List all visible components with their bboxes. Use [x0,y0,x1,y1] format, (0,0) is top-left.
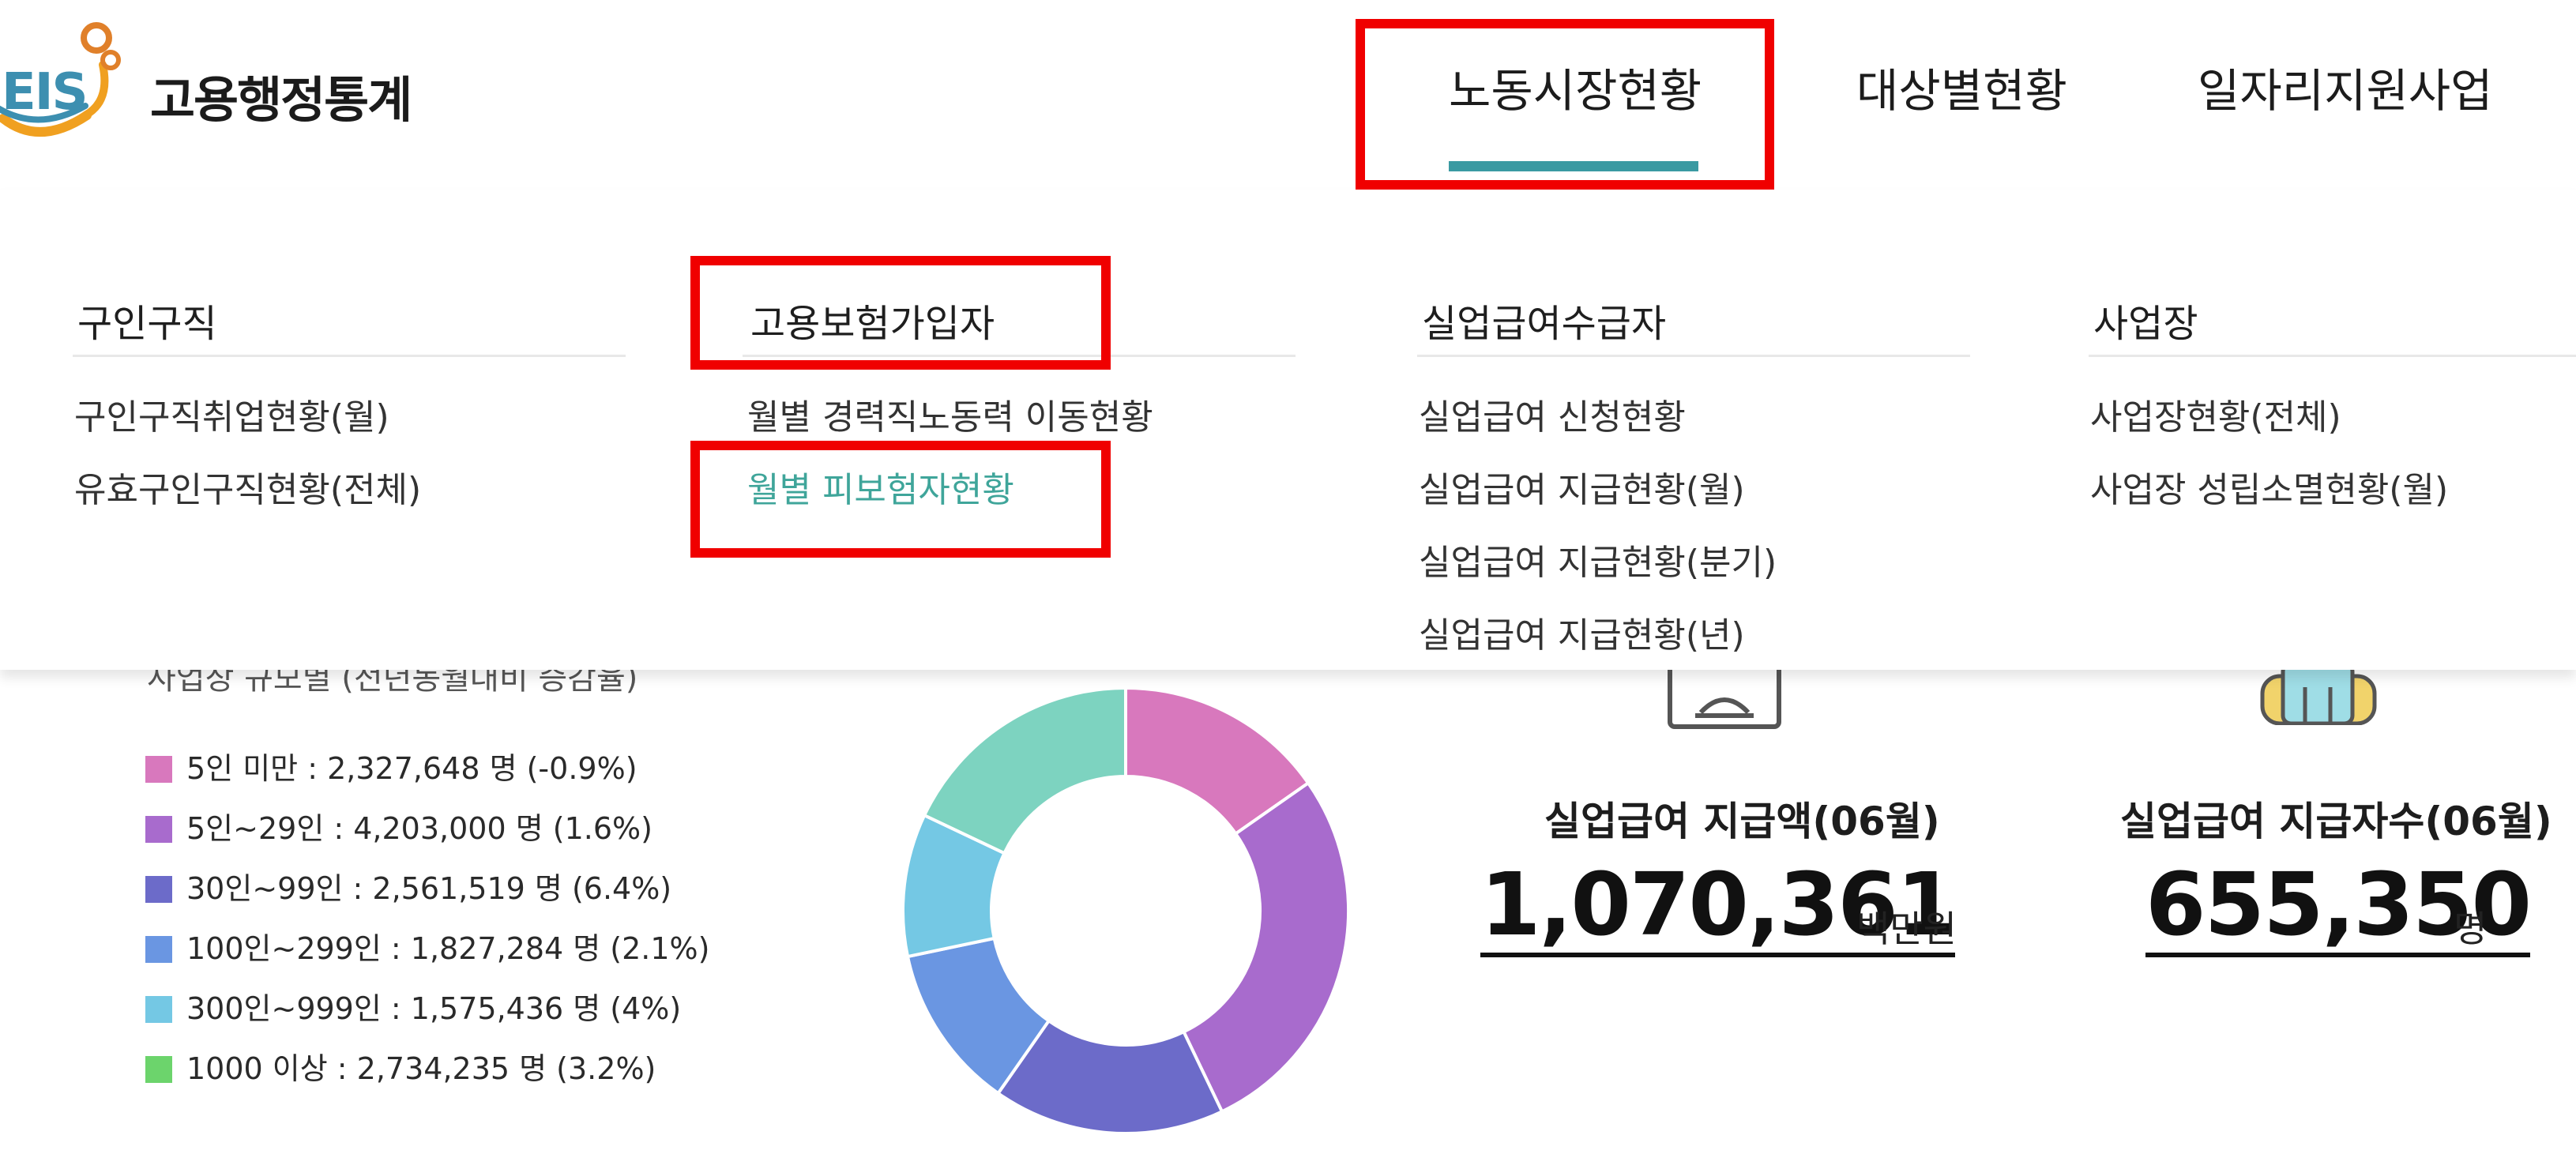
legend-swatch [145,756,172,783]
stat-unit-benefit-amount: 백만원 [1856,908,1957,950]
legend-label: 300인~999인 : 1,575,436 명 (4%) [186,991,682,1026]
legend-swatch [145,936,172,963]
menu-link[interactable]: 구인구직취업현황(월) [74,389,389,439]
menu-link[interactable]: 유효구인구직현황(전체) [74,461,421,512]
legend-swatch [145,996,172,1023]
stat-label-beneficiary-count: 실업급여 지급자수(06월) [2120,799,2552,844]
logo-title: 고용행정통계 [150,71,412,129]
category-divider [73,355,626,357]
category-divider [743,355,1296,357]
menu-category-insured[interactable]: 고용보험가입자 [750,292,995,348]
menu-link-monthly-insured[interactable]: 월별 피보험자현황 [747,461,1014,512]
site-logo[interactable]: EIS 고용행정통계 [0,14,442,141]
legend-swatch [145,876,172,903]
menu-link[interactable]: 실업급여 지급현황(분기) [1419,534,1777,584]
menu-category-workplace[interactable]: 사업장 [2093,292,2198,348]
nav-by-target[interactable]: 대상별현황 [1856,54,2067,120]
legend-label: 100인~299인 : 1,827,284 명 (2.1%) [186,931,710,966]
active-nav-indicator [1449,161,1698,171]
menu-category-unemployment[interactable]: 실업급여수급자 [1422,292,1666,348]
menu-link[interactable]: 실업급여 지급현황(월) [1419,461,1745,512]
donut-slice-1[interactable] [1181,780,1350,1114]
legend-item: 1000 이상 : 2,734,235 명 (3.2%) [145,1044,656,1088]
workplace-size-donut-chart [901,686,1350,1135]
legend-item: 100인~299인 : 1,827,284 명 (2.1%) [145,924,710,968]
menu-link[interactable]: 사업장현황(전체) [2090,389,2341,439]
nav-labor-market[interactable]: 노동시장현황 [1449,54,1702,120]
stat-label-benefit-amount: 실업급여 지급액(06월) [1544,799,1940,844]
stat-unit-beneficiary-count: 명 [2454,908,2488,950]
menu-link[interactable]: 사업장 성립소멸현황(월) [2090,461,2448,512]
menu-link[interactable]: 실업급여 신청현황 [1419,389,1686,439]
donut-slice-5[interactable] [922,686,1127,855]
mega-dropdown-menu: 구인구직 구인구직취업현황(월) 유효구인구직현황(전체) 고용보험가입자 월별… [0,190,2576,670]
menu-link[interactable]: 월별 경력직노동력 이동현황 [747,389,1153,439]
legend-swatch [145,816,172,843]
legend-item: 5인~29인 : 4,203,000 명 (1.6%) [145,804,652,848]
benefit-amount-icon [1668,663,1781,729]
legend-item: 30인~99인 : 2,561,519 명 (6.4%) [145,864,671,908]
menu-category-job-seeking[interactable]: 구인구직 [77,292,217,348]
legend-label: 1000 이상 : 2,734,235 명 (3.2%) [186,1051,656,1086]
category-divider [2089,355,2576,357]
legend-label: 5인~29인 : 4,203,000 명 (1.6%) [186,811,652,846]
legend-label: 5인 미만 : 2,327,648 명 (-0.9%) [186,751,637,786]
nav-job-support[interactable]: 일자리지원사업 [2198,54,2493,120]
beneficiary-count-icon [2260,663,2377,725]
legend-swatch [145,1056,172,1083]
menu-link[interactable]: 실업급여 지급현황(년) [1419,607,1745,657]
category-divider [1417,355,1970,357]
legend-label: 30인~99인 : 2,561,519 명 (6.4%) [186,871,672,906]
legend-item: 5인 미만 : 2,327,648 명 (-0.9%) [145,744,637,787]
logo-eis-text: EIS [2,63,88,122]
site-header: EIS 고용행정통계 노동시장현황 대상별현황 일자리지원사업 [0,0,2576,190]
legend-item: 300인~999인 : 1,575,436 명 (4%) [145,984,681,1028]
